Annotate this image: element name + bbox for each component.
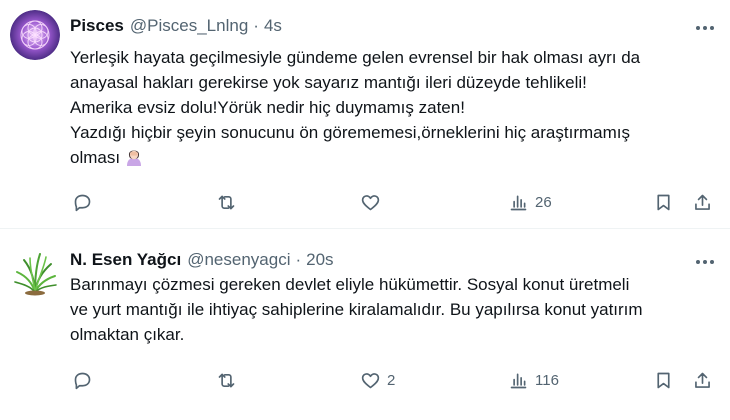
divider (0, 228, 730, 229)
tweet-line: Yazdığı hiçbir şeyin sonucunu ön göremem… (70, 123, 630, 142)
tweet-line: anayasal hakları gerekirse yok sayarız m… (70, 73, 587, 92)
bookmark-button[interactable] (653, 190, 674, 214)
views-button[interactable]: 26 (508, 190, 552, 214)
retweet-button[interactable] (216, 368, 243, 392)
user-handle[interactable]: @Pisces_Lnlng (130, 15, 248, 37)
separator: · (253, 16, 259, 35)
timestamp[interactable]: 20s (306, 249, 333, 271)
bookmark-icon (657, 194, 670, 210)
display-name[interactable]: Pisces (70, 15, 124, 37)
views-icon (510, 373, 527, 388)
views-button[interactable]: 116 (508, 368, 559, 392)
retweet-icon (218, 195, 235, 209)
timestamp[interactable]: 4s (264, 15, 282, 37)
share-button[interactable] (692, 368, 713, 392)
share-icon (695, 194, 710, 210)
tweet-line-last: olması (70, 145, 720, 173)
user-handle[interactable]: @nesenyagci (187, 249, 290, 271)
like-count: 2 (387, 371, 396, 389)
avatar[interactable] (10, 10, 60, 60)
heart-icon (361, 194, 380, 210)
tweet[interactable]: Pisces @Pisces_Lnlng · 4s Yerleşik hayat… (0, 0, 730, 228)
tweet-text: Yerleşik hayata geçilmesiyle gündeme gel… (70, 45, 720, 173)
display-name[interactable]: N. Esen Yağcı (70, 249, 181, 271)
woman-facepalming-emoji (124, 146, 144, 173)
avatar-image (10, 248, 60, 298)
reply-button[interactable] (72, 190, 99, 214)
view-count: 116 (535, 371, 559, 389)
share-button[interactable] (692, 190, 713, 214)
reply-icon (74, 372, 91, 389)
tweet-actions: 2 116 (70, 368, 720, 392)
tweet-line: olmaktan çıkar. (70, 325, 185, 344)
heart-icon (361, 372, 380, 388)
views-icon (510, 195, 527, 210)
avatar[interactable] (10, 248, 60, 298)
like-button[interactable]: 2 (360, 368, 395, 392)
retweet-button[interactable] (216, 190, 243, 214)
tweet-actions: 26 (70, 190, 720, 214)
retweet-icon (218, 373, 235, 387)
tweet-line: Amerika evsiz dolu!Yörük nedir hiç duyma… (70, 98, 465, 117)
tweet-header: N. Esen Yağcı @nesenyagci · 20s (70, 249, 334, 271)
bookmark-icon (657, 372, 670, 388)
more-icon[interactable] (692, 18, 718, 38)
tweet-line: Barınmayı çözmesi gereken devlet eliyle … (70, 275, 630, 294)
view-count: 26 (535, 193, 552, 211)
tweet-text: Barınmayı çözmesi gereken devlet eliyle … (70, 272, 720, 347)
more-icon[interactable] (692, 252, 718, 272)
share-icon (695, 372, 710, 388)
bookmark-button[interactable] (653, 368, 674, 392)
tweet-line: ve yurt mantığı ile ihtiyaç sahiplerine … (70, 300, 643, 319)
avatar-image (10, 10, 60, 60)
reply-button[interactable] (72, 368, 99, 392)
separator: · (295, 250, 302, 269)
tweet-line: olması (70, 148, 121, 167)
reply-icon (74, 194, 91, 211)
tweet-header: Pisces @Pisces_Lnlng · 4s (70, 15, 282, 37)
like-button[interactable] (360, 190, 387, 214)
tweet-line: Yerleşik hayata geçilmesiyle gündeme gel… (70, 48, 641, 67)
